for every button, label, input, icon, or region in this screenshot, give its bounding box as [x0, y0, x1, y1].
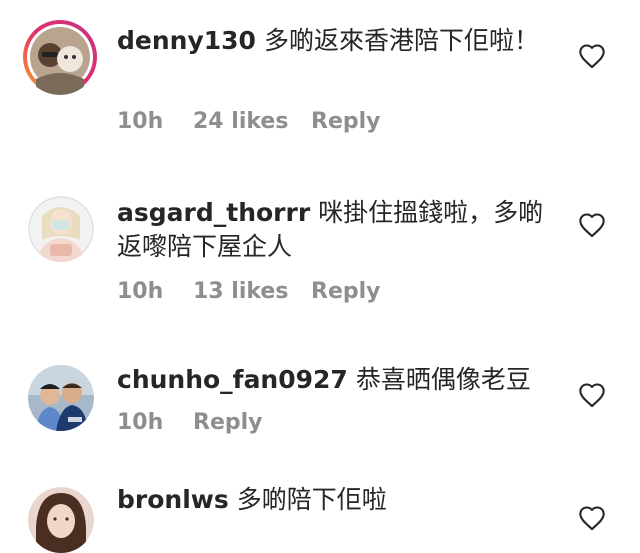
- reply-button[interactable]: Reply: [311, 279, 381, 304]
- comment-item: asgard_thorrr 咪掛住搵錢啦，多啲返嚟陪下屋企人 10h 13 like…: [0, 160, 640, 330]
- comment-text: 多啲返來香港陪下佢啦！: [263, 26, 539, 55]
- comment-likes-count[interactable]: 24 likes: [193, 109, 311, 134]
- comment-text: 恭喜晒偶像老豆: [355, 365, 531, 394]
- avatar-image: [28, 365, 94, 431]
- comment-timestamp: 10h: [117, 279, 164, 304]
- avatar[interactable]: [28, 365, 94, 431]
- comment-body: denny130 多啲返來香港陪下佢啦！: [117, 24, 547, 58]
- avatar[interactable]: [22, 19, 98, 95]
- reply-button[interactable]: Reply: [311, 109, 381, 134]
- comment-item: denny130 多啲返來香港陪下佢啦！ 10h 24 likes Reply: [0, 0, 640, 160]
- avatar[interactable]: [28, 487, 94, 553]
- avatar-image: [28, 196, 94, 262]
- avatar-image: [28, 487, 94, 553]
- reply-button[interactable]: Reply: [193, 410, 263, 435]
- comment-timestamp: 10h: [117, 410, 164, 435]
- comment-meta: 10h 13 likes Reply: [117, 279, 381, 304]
- comment-body: bronlws 多啲陪下佢啦: [117, 483, 547, 517]
- comment-item: bronlws 多啲陪下佢啦: [0, 455, 640, 553]
- comment-body: chunho_fan0927 恭喜晒偶像老豆: [117, 363, 547, 397]
- comment-username[interactable]: asgard_thorrr: [117, 198, 310, 227]
- comment-item: chunho_fan0927 恭喜晒偶像老豆 10h Reply: [0, 330, 640, 455]
- heart-outline-icon[interactable]: [578, 505, 606, 531]
- heart-outline-icon[interactable]: [578, 43, 606, 69]
- heart-outline-icon[interactable]: [578, 382, 606, 408]
- comment-meta: 10h 24 likes Reply: [117, 109, 381, 134]
- comment-timestamp: 10h: [117, 109, 164, 134]
- avatar[interactable]: [28, 196, 94, 262]
- comment-body: asgard_thorrr 咪掛住搵錢啦，多啲返嚟陪下屋企人: [117, 196, 547, 264]
- comment-meta: 10h Reply: [117, 410, 263, 435]
- comment-username[interactable]: bronlws: [117, 485, 229, 514]
- comment-username[interactable]: chunho_fan0927: [117, 365, 348, 394]
- avatar-image-story-ring: [23, 20, 97, 95]
- comment-likes-count[interactable]: 13 likes: [193, 279, 311, 304]
- comment-username[interactable]: denny130: [117, 26, 256, 55]
- comment-text: 多啲陪下佢啦: [236, 485, 387, 514]
- heart-outline-icon[interactable]: [578, 212, 606, 238]
